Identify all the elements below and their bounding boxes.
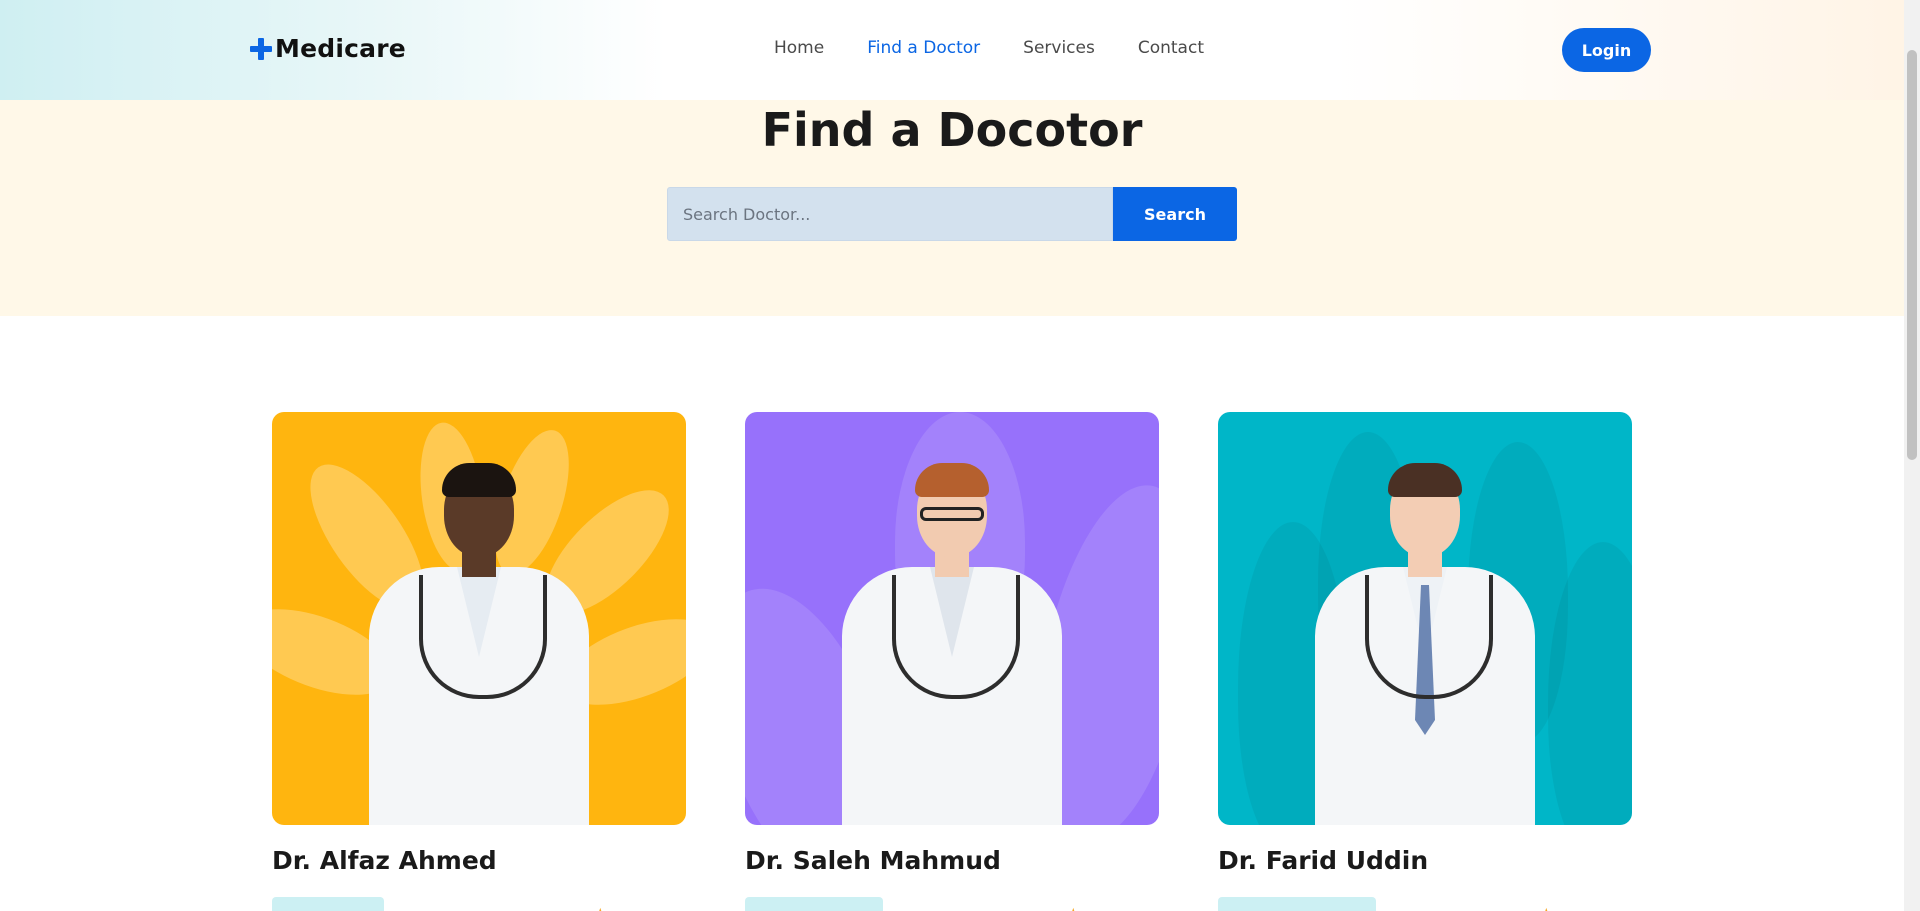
- nav-find-a-doctor[interactable]: Find a Doctor: [867, 38, 980, 58]
- doctor-card[interactable]: Dr. Saleh Mahmud ★: [745, 412, 1159, 911]
- doctor-name: Dr. Saleh Mahmud: [745, 846, 1001, 875]
- scrollbar-thumb[interactable]: [1907, 50, 1917, 460]
- doctor-figure: [832, 445, 1072, 825]
- doctor-card[interactable]: Dr. Alfaz Ahmed ★: [272, 412, 686, 911]
- doctor-photo: [1218, 412, 1632, 825]
- doctor-figure: [359, 445, 599, 825]
- star-icon: ★: [594, 906, 607, 911]
- specialty-badge: [272, 897, 384, 911]
- scrollbar[interactable]: [1904, 0, 1920, 911]
- star-icon: ★: [1067, 906, 1080, 911]
- main-nav: Home Find a Doctor Services Contact: [774, 38, 1247, 58]
- page: Medicare Home Find a Doctor Services Con…: [0, 0, 1904, 911]
- search-button[interactable]: Search: [1113, 187, 1237, 241]
- doctor-card[interactable]: Dr. Farid Uddin ★: [1218, 412, 1632, 911]
- doctor-name: Dr. Farid Uddin: [1218, 846, 1429, 875]
- doctor-photo: [272, 412, 686, 825]
- star-icon: ★: [1540, 906, 1553, 911]
- logo-text: Medicare: [275, 34, 406, 63]
- specialty-badge: [745, 897, 883, 911]
- search-bar: Search: [667, 187, 1237, 241]
- specialty-badge: [1218, 897, 1376, 911]
- search-hero: Find a Docotor Search: [0, 100, 1904, 316]
- site-header: Medicare Home Find a Doctor Services Con…: [0, 0, 1904, 100]
- plus-icon: [250, 37, 272, 60]
- login-button[interactable]: Login: [1562, 28, 1651, 72]
- page-title: Find a Docotor: [761, 103, 1143, 157]
- doctor-name: Dr. Alfaz Ahmed: [272, 846, 497, 875]
- search-input[interactable]: [667, 187, 1113, 241]
- doctor-photo: [745, 412, 1159, 825]
- nav-home[interactable]: Home: [774, 38, 824, 58]
- nav-services[interactable]: Services: [1023, 38, 1095, 58]
- doctor-figure: [1305, 445, 1545, 825]
- nav-contact[interactable]: Contact: [1138, 38, 1204, 58]
- logo[interactable]: Medicare: [250, 34, 406, 63]
